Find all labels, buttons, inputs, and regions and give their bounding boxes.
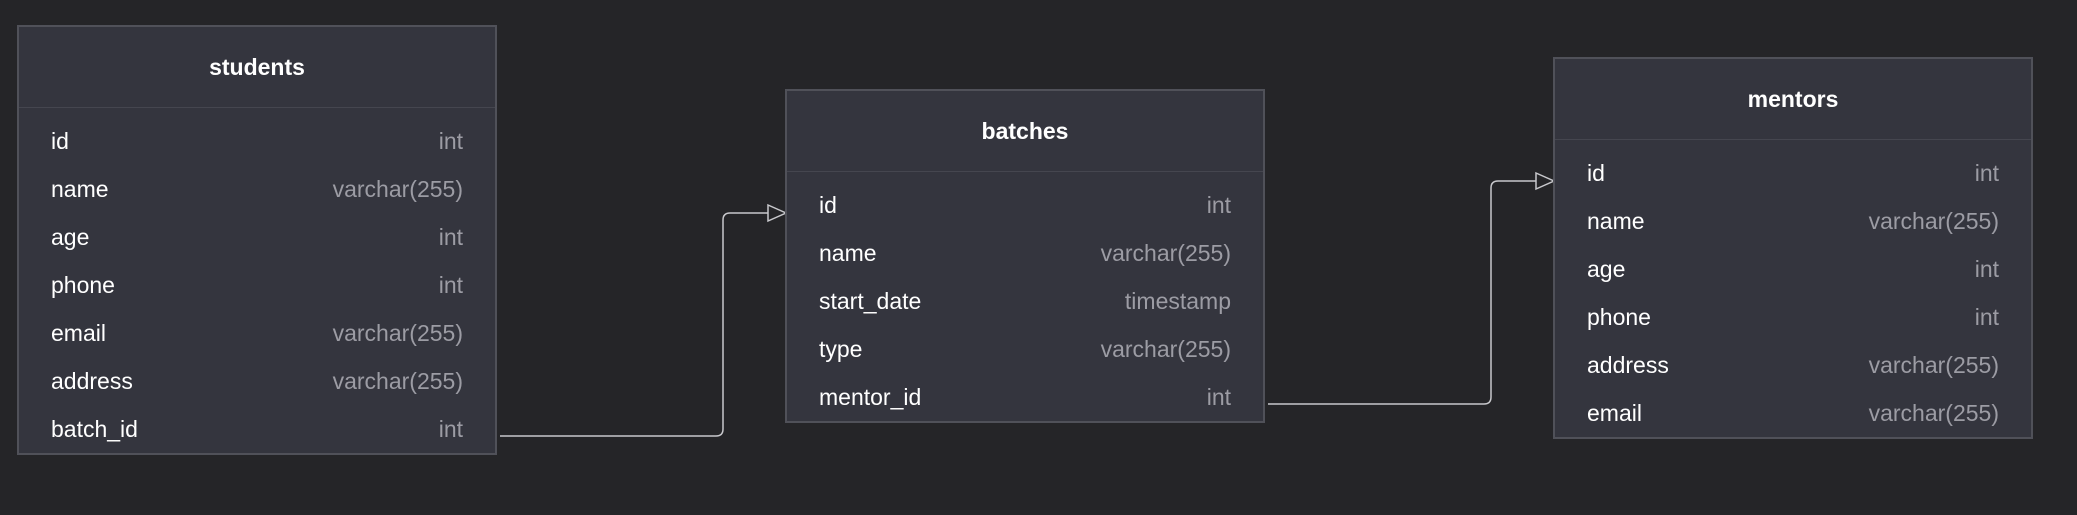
column-name: start_date	[819, 287, 922, 314]
arrowhead-icon	[767, 203, 788, 223]
table-title: students	[19, 27, 495, 108]
column-row[interactable]: batch_id int	[19, 405, 495, 453]
column-row[interactable]: phone int	[19, 261, 495, 309]
column-type: varchar(255)	[332, 367, 463, 394]
column-row[interactable]: type varchar(255)	[787, 325, 1263, 373]
table-title: mentors	[1555, 59, 2031, 140]
column-row[interactable]: start_date timestamp	[787, 277, 1263, 325]
column-name: id	[1587, 159, 1605, 186]
column-type: int	[438, 127, 463, 154]
column-type: timestamp	[1124, 287, 1231, 314]
column-name: email	[51, 319, 106, 346]
column-type: int	[438, 223, 463, 250]
column-name: phone	[1587, 303, 1651, 330]
column-type: varchar(255)	[332, 319, 463, 346]
column-name: batch_id	[51, 415, 138, 442]
column-row[interactable]: address varchar(255)	[1555, 341, 2031, 389]
column-type: varchar(255)	[1100, 239, 1231, 266]
connector-students-batches[interactable]	[500, 212, 768, 437]
column-type: varchar(255)	[1868, 207, 1999, 234]
column-type: int	[1974, 255, 1999, 282]
column-name: address	[1587, 351, 1669, 378]
column-type: varchar(255)	[332, 175, 463, 202]
column-row[interactable]: mentor_id int	[787, 373, 1263, 421]
column-row[interactable]: name varchar(255)	[787, 229, 1263, 277]
column-name: age	[51, 223, 90, 250]
column-name: address	[51, 367, 133, 394]
column-row[interactable]: email varchar(255)	[19, 309, 495, 357]
column-type: int	[438, 415, 463, 442]
column-row[interactable]: age int	[1555, 245, 2031, 293]
column-type: int	[1974, 159, 1999, 186]
column-name: phone	[51, 271, 115, 298]
column-name: name	[1587, 207, 1645, 234]
table-students[interactable]: students id int name varchar(255) age int p…	[17, 25, 497, 455]
table-title: batches	[787, 91, 1263, 172]
column-row[interactable]: name varchar(255)	[19, 165, 495, 213]
table-mentors[interactable]: mentors id int name varchar(255) age int ph…	[1553, 57, 2033, 439]
column-row[interactable]: id int	[1555, 149, 2031, 197]
arrowhead-icon	[1535, 171, 1556, 191]
column-row[interactable]: email varchar(255)	[1555, 389, 2031, 437]
column-row[interactable]: address varchar(255)	[19, 357, 495, 405]
column-type: int	[1206, 383, 1231, 410]
column-row[interactable]: age int	[19, 213, 495, 261]
column-type: varchar(255)	[1100, 335, 1231, 362]
column-name: id	[51, 127, 69, 154]
column-name: id	[819, 191, 837, 218]
column-row[interactable]: id int	[787, 181, 1263, 229]
connector-batches-mentors[interactable]	[1268, 180, 1536, 405]
column-type: int	[1974, 303, 1999, 330]
column-row[interactable]: name varchar(255)	[1555, 197, 2031, 245]
column-name: type	[819, 335, 863, 362]
column-type: int	[438, 271, 463, 298]
column-name: name	[51, 175, 109, 202]
column-name: name	[819, 239, 877, 266]
column-name: age	[1587, 255, 1626, 282]
table-batches[interactable]: batches id int name varchar(255) start_dat…	[785, 89, 1265, 423]
column-type: int	[1206, 191, 1231, 218]
column-row[interactable]: id int	[19, 117, 495, 165]
column-type: varchar(255)	[1868, 399, 1999, 426]
column-name: mentor_id	[819, 383, 922, 410]
column-name: email	[1587, 399, 1642, 426]
column-type: varchar(255)	[1868, 351, 1999, 378]
column-row[interactable]: phone int	[1555, 293, 2031, 341]
